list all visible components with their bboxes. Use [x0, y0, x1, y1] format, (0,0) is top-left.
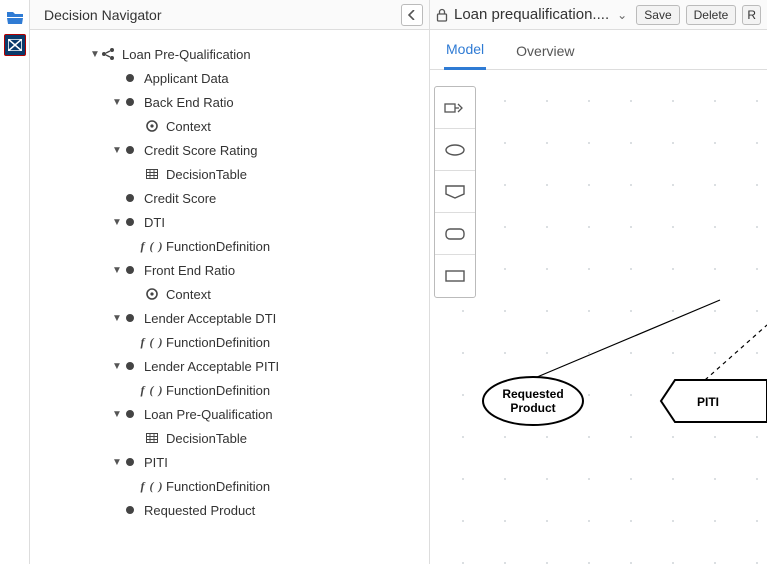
tree-subitem-label: DecisionTable — [166, 431, 247, 446]
lock-icon — [436, 8, 448, 22]
tree-subitem-label: FunctionDefinition — [166, 335, 270, 350]
tree-item-label: DTI — [144, 215, 165, 230]
tree-item[interactable]: ▼ DTI — [30, 210, 423, 234]
fn-icon: f ( ) — [144, 238, 160, 254]
circle-icon — [122, 262, 138, 278]
caret-down-icon: ▼ — [112, 313, 122, 324]
caret-down-icon: ▼ — [112, 217, 122, 228]
tree-subitem[interactable]: DecisionTable — [30, 426, 423, 450]
navigator-title: Decision Navigator — [44, 7, 401, 23]
tree-subitem[interactable]: f ( ) FunctionDefinition — [30, 330, 423, 354]
caret-down-icon: ▼ — [112, 457, 122, 468]
circle-icon — [122, 358, 138, 374]
tree-item[interactable]: ▼ Back End Ratio — [30, 90, 423, 114]
diagram-canvas[interactable]: Requested Product PITI — [430, 70, 767, 564]
tree-item-label: Applicant Data — [144, 71, 229, 86]
tree-item[interactable]: ▼ Front End Ratio — [30, 258, 423, 282]
navigator-header: Decision Navigator — [30, 0, 429, 30]
tree-root[interactable]: ▼ Loan Pre-Qualification — [30, 42, 423, 66]
table-icon — [144, 430, 160, 446]
tab-model[interactable]: Model — [444, 41, 486, 70]
navigator-tree: ▼ Loan Pre-Qualification Applicant Data ▼… — [30, 30, 429, 564]
circle-icon — [122, 142, 138, 158]
tree-subitem[interactable]: Context — [30, 282, 423, 306]
rail-folder-icon[interactable] — [4, 6, 26, 28]
tree-item[interactable]: ▼ Lender Acceptable PITI — [30, 354, 423, 378]
file-title-dropdown[interactable]: ⌄ — [615, 8, 629, 22]
node-requested-product-label2: Product — [510, 401, 555, 415]
caret-down-icon: ▼ — [112, 265, 122, 276]
tree-item[interactable]: Credit Score — [30, 186, 423, 210]
node-requested-product-label1: Requested — [502, 387, 563, 401]
editor-panel: Loan prequalification.... ⌄ Save Delete … — [430, 0, 767, 564]
table-icon — [144, 166, 160, 182]
tree-item-label: Credit Score — [144, 191, 216, 206]
tree-item[interactable]: ▼ PITI — [30, 450, 423, 474]
delete-button[interactable]: Delete — [686, 5, 737, 25]
chevron-left-icon — [408, 10, 416, 20]
tree-item-label: Requested Product — [144, 503, 255, 518]
tree-item-label: Lender Acceptable PITI — [144, 359, 279, 374]
circle-icon — [122, 70, 138, 86]
fn-icon: f ( ) — [144, 382, 160, 398]
tree-item-label: Loan Pre-Qualification — [144, 407, 273, 422]
circle-icon — [122, 310, 138, 326]
caret-down-icon: ▼ — [112, 361, 122, 372]
tree-item-label: Back End Ratio — [144, 95, 234, 110]
diagram-svg: Requested Product PITI — [430, 70, 767, 564]
context-icon — [144, 118, 160, 134]
tree-item[interactable]: ▼ Credit Score Rating — [30, 138, 423, 162]
tree-subitem[interactable]: Context — [30, 114, 423, 138]
share-icon — [100, 46, 116, 62]
node-piti[interactable]: PITI — [661, 380, 767, 422]
tree-subitem-label: FunctionDefinition — [166, 479, 270, 494]
tree-item-label: Lender Acceptable DTI — [144, 311, 276, 326]
more-button[interactable]: R — [742, 5, 761, 25]
caret-down-icon: ▼ — [90, 49, 100, 60]
circle-icon — [122, 190, 138, 206]
circle-icon — [122, 94, 138, 110]
caret-down-icon: ▼ — [112, 97, 122, 108]
edge-dashed — [705, 325, 767, 380]
circle-icon — [122, 406, 138, 422]
tab-overview[interactable]: Overview — [514, 43, 576, 69]
circle-icon — [122, 454, 138, 470]
fn-icon: f ( ) — [144, 334, 160, 350]
tree-subitem[interactable]: f ( ) FunctionDefinition — [30, 234, 423, 258]
tree-subitem[interactable]: DecisionTable — [30, 162, 423, 186]
circle-icon — [122, 214, 138, 230]
file-title: Loan prequalification.... ⌄ — [436, 6, 630, 23]
tree-subitem-label: Context — [166, 119, 211, 134]
caret-down-icon: ▼ — [112, 409, 122, 420]
tree-subitem-label: Context — [166, 287, 211, 302]
tree-item-label: Front End Ratio — [144, 263, 235, 278]
caret-down-icon: ▼ — [112, 145, 122, 156]
decision-navigator-panel: Decision Navigator ▼ Loan Pre-Qualificat… — [30, 0, 430, 564]
tree-item-label: Credit Score Rating — [144, 143, 257, 158]
tree-item[interactable]: ▼ Loan Pre-Qualification — [30, 402, 423, 426]
circle-icon — [122, 502, 138, 518]
tree-subitem-label: DecisionTable — [166, 167, 247, 182]
tree-subitem[interactable]: f ( ) FunctionDefinition — [30, 474, 423, 498]
editor-tabs: Model Overview — [430, 30, 767, 70]
tree-item[interactable]: Requested Product — [30, 498, 423, 522]
left-rail — [0, 0, 30, 564]
context-icon — [144, 286, 160, 302]
tree-root-label: Loan Pre-Qualification — [122, 47, 251, 62]
node-requested-product[interactable]: Requested Product — [483, 377, 583, 425]
editor-toolbar: Loan prequalification.... ⌄ Save Delete … — [430, 0, 767, 30]
tree-subitem-label: FunctionDefinition — [166, 239, 270, 254]
edge-solid — [530, 300, 720, 380]
file-title-text: Loan prequalification.... — [454, 6, 609, 23]
rail-navigator-icon[interactable] — [4, 34, 26, 56]
tree-subitem[interactable]: f ( ) FunctionDefinition — [30, 378, 423, 402]
tree-item[interactable]: Applicant Data — [30, 66, 423, 90]
tree-item[interactable]: ▼ Lender Acceptable DTI — [30, 306, 423, 330]
collapse-navigator-button[interactable] — [401, 4, 423, 26]
node-piti-label: PITI — [697, 395, 719, 409]
tree-subitem-label: FunctionDefinition — [166, 383, 270, 398]
save-button[interactable]: Save — [636, 5, 679, 25]
tree-item-label: PITI — [144, 455, 168, 470]
fn-icon: f ( ) — [144, 478, 160, 494]
